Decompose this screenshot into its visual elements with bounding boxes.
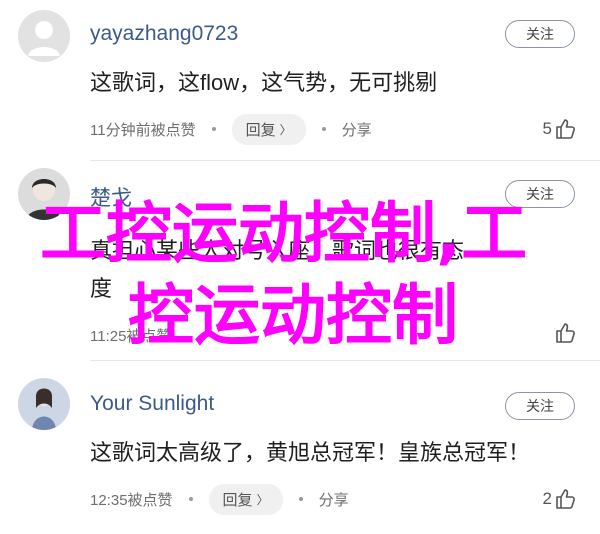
like-button[interactable]: 5: [543, 118, 576, 140]
default-avatar-icon: [18, 10, 70, 62]
chevron-right-icon: 〉: [279, 122, 292, 137]
like-count: 2: [542, 489, 552, 508]
separator-dot: [211, 127, 216, 131]
comment-meta: 12:35被点赞 回复 〉 分享: [90, 483, 349, 515]
reply-label: 回复: [245, 121, 276, 139]
like-button[interactable]: 2: [543, 488, 576, 510]
avatar[interactable]: [18, 10, 70, 62]
comment-item: yayazhang0723 关注 这歌词，这flow，这气势，无可挑剔 11分钟…: [0, 0, 600, 160]
share-button[interactable]: 分享: [319, 489, 349, 510]
watermark-line1: 工控运动控制,工: [40, 195, 528, 272]
comment-time: 11分钟前被点赞: [90, 121, 196, 139]
separator-dot: [321, 127, 326, 131]
chevron-right-icon: 〉: [256, 492, 269, 507]
separator-dot: [188, 497, 193, 501]
follow-button[interactable]: 关注: [505, 20, 575, 48]
thumbs-up-icon: [556, 489, 575, 509]
thumbs-up-icon: [556, 323, 575, 343]
like-count: 5: [542, 119, 552, 138]
like-button[interactable]: [552, 322, 576, 344]
reply-button[interactable]: 回复 〉: [208, 483, 283, 515]
comment-text-line2: 度: [90, 276, 113, 301]
separator-dot: [298, 497, 303, 501]
comment-meta: 11分钟前被点赞 回复 〉 分享: [90, 113, 372, 145]
follow-button[interactable]: 关注: [505, 392, 575, 420]
comment-text: 这歌词太高级了，黄旭总冠军！皇族总冠军！: [90, 440, 531, 465]
thumbs-up-icon: [556, 119, 575, 139]
user-photo-icon: [18, 378, 70, 430]
reply-button[interactable]: 回复 〉: [231, 113, 306, 145]
watermark-line2: 控运动控制: [128, 277, 458, 354]
reply-label: 回复: [222, 491, 253, 509]
comment-time: 12:35被点赞: [90, 491, 173, 509]
username[interactable]: Your Sunlight: [90, 392, 214, 416]
share-button[interactable]: 分享: [342, 119, 372, 140]
comment-text: 这歌词，这flow，这气势，无可挑剔: [90, 70, 438, 95]
avatar[interactable]: [18, 378, 70, 430]
comment-item: Your Sunlight 关注 这歌词太高级了，黄旭总冠军！皇族总冠军！ 12…: [0, 360, 600, 534]
username[interactable]: yayazhang0723: [90, 22, 238, 46]
